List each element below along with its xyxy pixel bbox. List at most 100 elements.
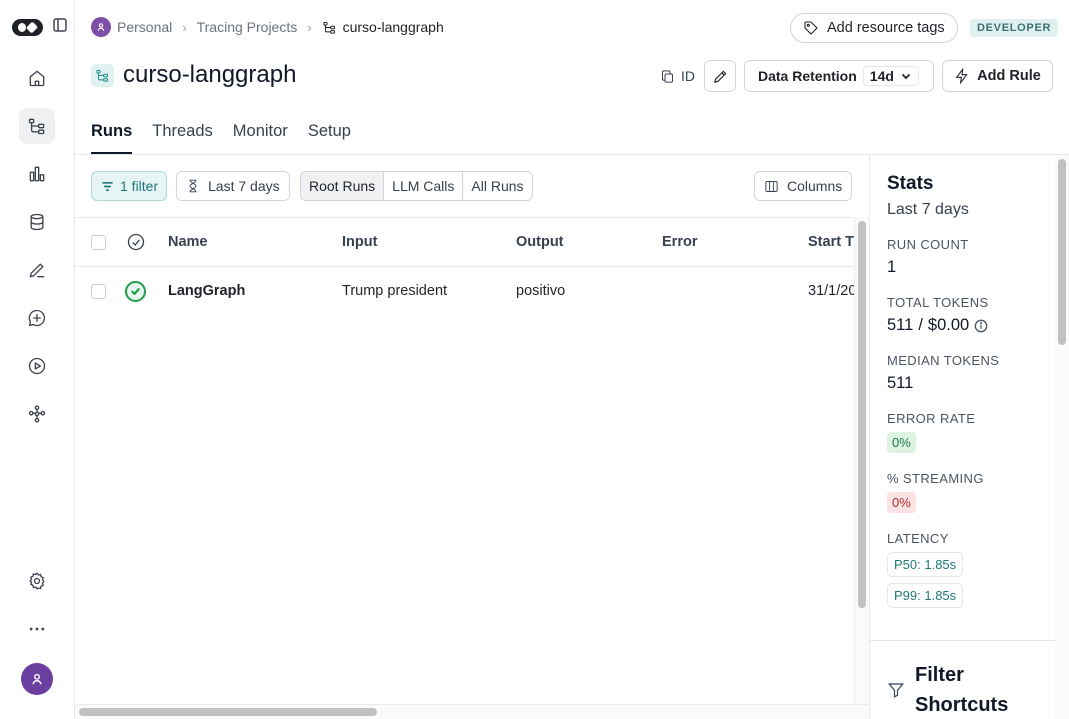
- rail-settings-button[interactable]: [19, 563, 55, 599]
- play-circle-icon: [28, 357, 46, 375]
- breadcrumb-section[interactable]: Tracing Projects: [197, 19, 298, 35]
- column-header-start-time[interactable]: Start T: [808, 218, 854, 266]
- rail-datasets-button[interactable]: [19, 204, 55, 240]
- left-rail: [0, 0, 75, 719]
- data-retention-label: Data Retention: [758, 68, 857, 84]
- table-header: Name Input Output Error Start T: [75, 218, 854, 267]
- stats-panel: Stats Last 7 days RUN COUNT 1 TOTAL TOKE…: [869, 155, 1069, 719]
- workspace-avatar-icon: [91, 17, 111, 37]
- run-count-value: 1: [887, 258, 897, 276]
- rail-home-button[interactable]: [19, 60, 55, 96]
- median-tokens-label: MEDIAN TOKENS: [887, 353, 1000, 368]
- column-header-error[interactable]: Error: [662, 218, 697, 266]
- latency-p50-badge: P50: 1.85s: [887, 552, 964, 577]
- graph-nodes-icon: [28, 405, 46, 423]
- table-horizontal-scroll-thumb[interactable]: [79, 708, 377, 716]
- filter-shortcuts-title: Filter Shortcuts: [915, 664, 1009, 716]
- stats-vertical-scroll-thumb[interactable]: [1058, 159, 1066, 345]
- add-resource-tags-button[interactable]: Add resource tags: [790, 13, 958, 43]
- breadcrumb-current: curso-langgraph: [322, 19, 444, 35]
- success-status-icon: [125, 280, 146, 302]
- rail-playground-button[interactable]: [19, 348, 55, 384]
- chevron-down-icon: [901, 73, 911, 80]
- edit-project-button[interactable]: [704, 60, 736, 92]
- add-resource-tags-label: Add resource tags: [827, 20, 945, 36]
- tab-setup[interactable]: Setup: [308, 110, 351, 154]
- rail-annotation-button[interactable]: [19, 252, 55, 288]
- row-input: Trump president: [342, 283, 448, 299]
- llm-calls-option[interactable]: LLM Calls: [384, 172, 464, 200]
- filter-button[interactable]: 1 filter: [91, 171, 168, 201]
- rail-top: [12, 18, 67, 37]
- chevron-right-icon: ›: [307, 19, 312, 35]
- column-header-name[interactable]: Name: [168, 218, 208, 266]
- tokens-cost-separator: /: [918, 316, 923, 334]
- run-count-label: RUN COUNT: [887, 237, 969, 252]
- run-type-segmented-control: Root Runs LLM Calls All Runs: [300, 171, 533, 201]
- pen-icon: [29, 263, 45, 278]
- row-output: positivo: [516, 283, 566, 299]
- data-retention-select[interactable]: 14d: [862, 66, 919, 86]
- latency-p99-badge: P99: 1.85s: [887, 583, 964, 608]
- tab-monitor[interactable]: Monitor: [233, 110, 288, 154]
- breadcrumb-current-label: curso-langgraph: [342, 19, 444, 35]
- time-range-label: Last 7 days: [208, 178, 280, 194]
- bar-chart-icon: [29, 166, 45, 182]
- breadcrumb-workspace[interactable]: Personal: [117, 19, 172, 35]
- table-vertical-scroll-thumb[interactable]: [858, 221, 866, 608]
- langsmith-logo-icon[interactable]: [12, 19, 43, 36]
- copy-id-button[interactable]: ID: [660, 66, 695, 86]
- total-tokens-label: TOTAL TOKENS: [887, 295, 989, 310]
- select-all-checkbox[interactable]: [91, 234, 106, 250]
- project-tree-icon: [28, 118, 45, 135]
- add-rule-button[interactable]: Add Rule: [942, 60, 1053, 92]
- columns-icon: [765, 180, 778, 192]
- check-circle-icon: [127, 233, 145, 251]
- select-all-checkbox-cell: [91, 218, 106, 266]
- hourglass-icon: [189, 179, 197, 193]
- row-checkbox[interactable]: [91, 283, 106, 299]
- columns-button[interactable]: Columns: [754, 171, 853, 201]
- rail-deployments-button[interactable]: [19, 396, 55, 432]
- stats-title: Stats: [887, 173, 934, 194]
- tab-runs[interactable]: Runs: [91, 110, 133, 154]
- rail-projects-button[interactable]: [19, 108, 55, 144]
- stats-range: Last 7 days: [887, 201, 969, 218]
- lightning-icon: [955, 68, 968, 84]
- time-range-button[interactable]: Last 7 days: [176, 171, 290, 201]
- rail-more-button[interactable]: [19, 611, 55, 647]
- home-icon: [29, 70, 45, 87]
- pencil-icon: [713, 70, 726, 83]
- error-rate-badge: 0%: [887, 432, 916, 453]
- rail-monitor-button[interactable]: [19, 156, 55, 192]
- info-icon[interactable]: [974, 319, 988, 333]
- row-name[interactable]: LangGraph: [168, 267, 245, 315]
- median-tokens-value: 511: [887, 374, 914, 392]
- status-column-header: [126, 218, 146, 266]
- sidebar-toggle-icon[interactable]: [53, 18, 67, 37]
- breadcrumb: Personal › Tracing Projects › curso-lang…: [91, 17, 444, 37]
- app-root: Personal › Tracing Projects › curso-lang…: [0, 0, 1069, 719]
- filter-button-label: 1 filter: [120, 178, 159, 194]
- rail-prompts-button[interactable]: [19, 300, 55, 336]
- table-row[interactable]: LangGraph Trump president positivo 31/1/…: [75, 267, 854, 316]
- more-dots-icon: [29, 627, 45, 631]
- column-header-input[interactable]: Input: [342, 218, 377, 266]
- copy-icon: [662, 69, 673, 83]
- column-header-output[interactable]: Output: [516, 218, 564, 266]
- user-avatar[interactable]: [21, 663, 53, 695]
- page-title: curso-langgraph: [123, 61, 297, 88]
- total-tokens-cost: $0.00: [927, 316, 970, 334]
- data-retention-value: 14d: [869, 68, 894, 84]
- data-retention-control: Data Retention 14d: [744, 60, 934, 92]
- root-runs-option[interactable]: Root Runs: [301, 172, 385, 200]
- add-rule-label: Add Rule: [977, 68, 1041, 84]
- total-tokens-value: 511 / $0.00: [887, 316, 1057, 335]
- filter-shortcuts-header[interactable]: Filter Shortcuts: [887, 660, 1035, 719]
- chat-plus-icon: [28, 309, 46, 327]
- project-tabs: Runs Threads Monitor Setup: [91, 110, 351, 155]
- tab-threads[interactable]: Threads: [152, 110, 213, 154]
- all-runs-option[interactable]: All Runs: [463, 172, 531, 200]
- row-status-cell: [125, 267, 146, 315]
- project-title-row: curso-langgraph: [91, 61, 296, 89]
